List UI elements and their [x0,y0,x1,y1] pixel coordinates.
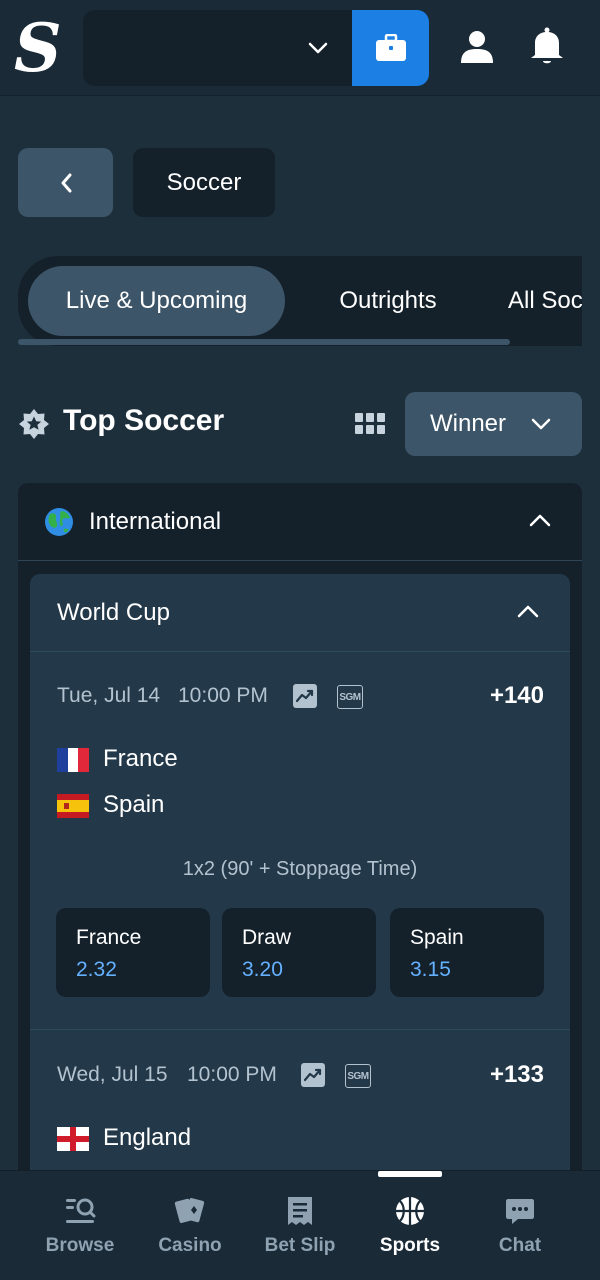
sport-tabs: Live & Upcoming Outrights All Soccer [18,256,582,346]
account-selector[interactable] [83,10,353,86]
team-home-name: France [103,745,178,772]
sport-title: Soccer [166,168,242,196]
star-badge-icon [19,409,49,439]
odds-label: France [76,926,142,949]
stats-chart-icon[interactable] [293,684,317,708]
event-time: 10:00 PM [187,1063,277,1086]
odds-price: 2.32 [76,958,117,981]
flag-france-icon [57,748,89,772]
competition-name: World Cup [57,599,170,626]
basketball-icon [396,1197,424,1225]
tab-live-upcoming[interactable]: Live & Upcoming [28,266,285,336]
bell-icon[interactable] [528,26,566,66]
betslip-icon [288,1197,312,1225]
market-type-value: Winner [430,410,507,437]
chevron-down-icon [308,42,328,54]
region-card: International World Cup Tue, Jul 14 10:0… [18,483,582,1280]
top-header: S [0,0,600,96]
odds-label: Draw [242,926,292,949]
grid-view-icon[interactable] [355,413,385,435]
tabs-scrollbar[interactable] [18,339,510,345]
back-button[interactable] [18,148,113,217]
odds-button-home[interactable]: France 2.32 [56,908,210,997]
brand-logo[interactable]: S [14,12,62,84]
sgm-icon: SGM [337,685,363,709]
bottom-navigation: Browse Casino Bet Slip Sports Chat [0,1170,600,1280]
odds-price: 3.20 [242,958,283,981]
cards-icon [174,1198,205,1223]
nav-browse[interactable]: Browse [30,1171,130,1280]
competition-header[interactable]: World Cup [30,574,570,652]
flag-spain-icon [57,794,89,818]
chat-icon [506,1199,534,1224]
chevron-up-icon[interactable] [528,513,552,529]
event-time: 10:00 PM [178,684,268,707]
tab-outrights[interactable]: Outrights [308,266,468,336]
sgm-icon: SGM [345,1064,371,1088]
market-label: 1x2 (90' + Stoppage Time) [182,858,418,880]
wallet-icon [375,34,406,61]
browse-icon [66,1198,96,1223]
chevron-up-icon[interactable] [516,604,540,620]
more-markets-count[interactable]: +133 [490,1061,544,1089]
flag-england-icon [57,1127,89,1151]
market-type-select[interactable]: Winner [405,392,582,456]
nav-label: Casino [158,1235,222,1256]
nav-bet-slip[interactable]: Bet Slip [250,1171,350,1280]
nav-label: Sports [379,1235,441,1256]
region-name: International [89,508,222,535]
team-home-name: England [103,1124,192,1151]
chevron-left-icon [61,173,71,192]
nav-label: Browse [45,1235,115,1256]
wallet-button[interactable] [352,10,429,86]
more-markets-count[interactable]: +140 [490,682,544,710]
team-away-name: Spain [103,791,165,818]
chevron-down-icon [531,418,551,430]
nav-sports[interactable]: Sports [360,1171,460,1280]
tab-all-soccer[interactable]: All Soccer [488,266,582,336]
nav-chat[interactable]: Chat [470,1171,570,1280]
nav-label: Bet Slip [264,1235,336,1256]
odds-price: 3.15 [410,958,451,981]
odds-button-draw[interactable]: Draw 3.20 [222,908,376,997]
event-row[interactable]: Tue, Jul 14 10:00 PM SGM +140 France Spa… [30,652,570,1030]
event-date: Tue, Jul 14 [57,684,161,707]
nav-casino[interactable]: Casino [140,1171,240,1280]
odds-label: Spain [410,926,464,949]
globe-icon [45,508,73,536]
region-header[interactable]: International [18,483,582,561]
section-title: Top Soccer [63,404,225,437]
sport-title-chip: Soccer [133,148,275,217]
odds-button-away[interactable]: Spain 3.15 [390,908,544,997]
event-date: Wed, Jul 15 [57,1063,168,1086]
stats-chart-icon[interactable] [301,1063,325,1087]
nav-label: Chat [498,1235,542,1256]
user-icon[interactable] [458,28,496,66]
